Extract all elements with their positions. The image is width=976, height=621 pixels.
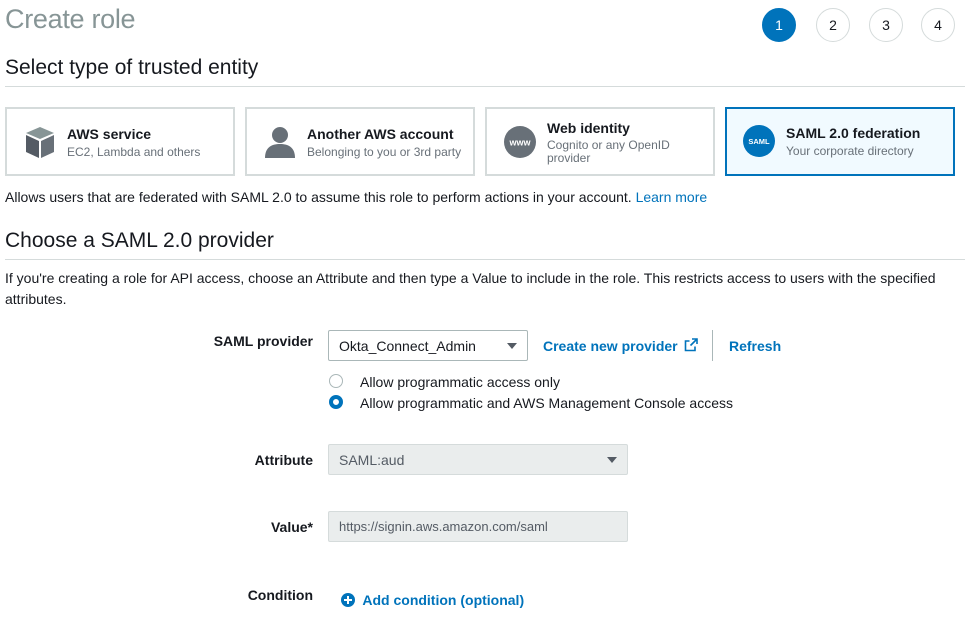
saml-provider-select[interactable]: Okta_Connect_Admin [328, 330, 528, 361]
provider-description: If you're creating a role for API access… [5, 270, 936, 307]
card-aws-service[interactable]: AWS service EC2, Lambda and others [5, 107, 235, 176]
saml-provider-value: Okta_Connect_Admin [339, 337, 476, 354]
chevron-down-icon [507, 343, 517, 349]
radio-programmatic-only[interactable] [329, 374, 343, 388]
user-icon [265, 127, 295, 158]
card-subtitle: Your corporate directory [786, 144, 914, 158]
attribute-value: SAML:aud [339, 451, 405, 468]
card-subtitle: EC2, Lambda and others [67, 145, 201, 159]
saml-icon: SAML [743, 125, 775, 157]
create-new-provider-link[interactable]: Create new provider [543, 338, 698, 354]
svg-text:SAML: SAML [748, 137, 770, 146]
link-separator [712, 330, 713, 361]
condition-label: Condition [247, 587, 313, 603]
page-title: Create role [5, 4, 136, 34]
card-saml-federation[interactable]: SAML SAML 2.0 federation Your corporate … [725, 107, 955, 176]
learn-more-link[interactable]: Learn more [636, 189, 708, 205]
svg-text:www: www [508, 138, 531, 148]
external-link-icon [684, 338, 698, 352]
radio-programmatic-and-console[interactable] [329, 395, 343, 409]
plus-circle-icon [341, 593, 355, 607]
value-label: Value* [270, 519, 313, 535]
entity-description: Allows users that are federated with SAM… [5, 189, 707, 205]
trusted-entity-heading: Select type of trusted entity [5, 56, 259, 79]
create-new-provider-label: Create new provider [543, 338, 678, 354]
chevron-down-icon [607, 457, 617, 463]
card-title: AWS service [67, 126, 152, 142]
attribute-select[interactable]: SAML:aud [328, 444, 628, 475]
divider [5, 86, 965, 87]
saml-provider-label: SAML provider [213, 333, 313, 349]
divider [5, 259, 965, 260]
attribute-label: Attribute [254, 452, 313, 468]
radio-label: Allow programmatic and AWS Management Co… [360, 395, 733, 411]
www-icon: www [504, 126, 536, 158]
card-web-identity[interactable]: www Web identity Cognito or any OpenID p… [485, 107, 715, 176]
step-4[interactable]: 4 [921, 8, 955, 42]
card-title: Web identity [547, 120, 630, 136]
step-3[interactable]: 3 [869, 8, 903, 42]
add-condition-label: Add condition (optional) [362, 592, 525, 608]
refresh-button[interactable]: Refresh [729, 338, 781, 354]
card-another-aws-account[interactable]: Another AWS account Belonging to you or … [245, 107, 475, 176]
add-condition-button[interactable]: Add condition (optional) [341, 592, 524, 608]
card-subtitle: Belonging to you or 3rd party [307, 145, 462, 159]
box-icon [26, 127, 54, 158]
card-title: SAML 2.0 federation [786, 125, 921, 141]
value-input[interactable]: https://signin.aws.amazon.com/saml [328, 511, 628, 542]
entity-description-text: Allows users that are federated with SAM… [5, 189, 632, 205]
provider-heading: Choose a SAML 2.0 provider [5, 229, 274, 252]
radio-label: Allow programmatic access only [360, 374, 560, 390]
card-title: Another AWS account [307, 126, 454, 142]
card-subtitle: Cognito or any OpenID provider [547, 138, 670, 165]
step-1[interactable]: 1 [762, 8, 796, 42]
step-2[interactable]: 2 [816, 8, 850, 42]
